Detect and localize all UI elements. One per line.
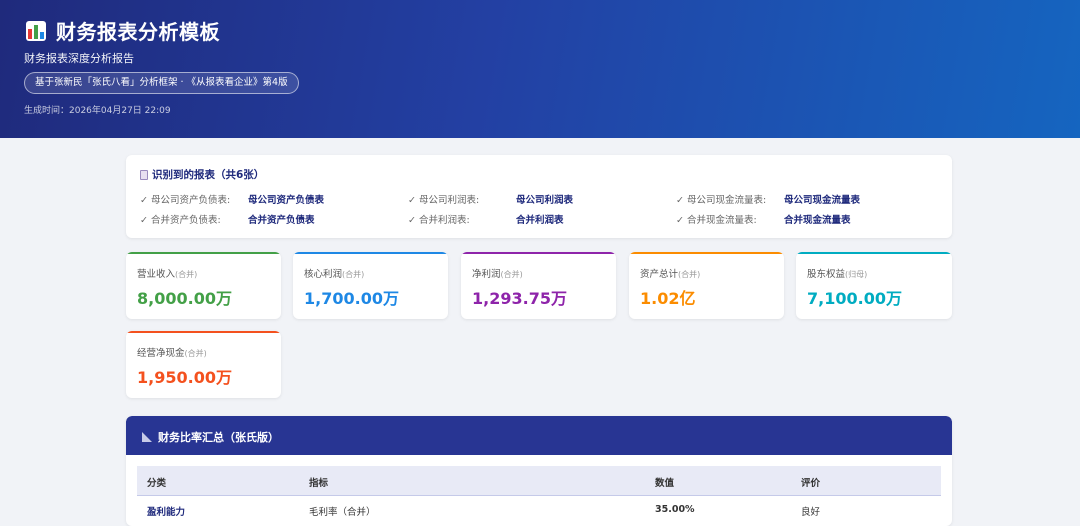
ratio-table-header: 分类 指标 数值 评价: [137, 466, 941, 496]
metric-card-total-assets: 资产总计(合并) 1.02亿: [629, 252, 784, 319]
check-icon: ✓: [676, 195, 684, 206]
check-icon: ✓: [140, 215, 148, 226]
reports-title-text: 识别到的报表（共6张）: [152, 169, 265, 181]
metric-label: 经营净现金(合并): [137, 348, 207, 359]
report-value: 合并资产负债表: [248, 215, 315, 226]
report-item: ✓ 合并现金流量表: 合并现金流量表: [676, 212, 851, 226]
reports-card-title: 识别到的报表（共6张）: [140, 167, 264, 182]
metric-value: 1.02亿: [640, 289, 696, 308]
metric-accent-bar: [629, 252, 784, 254]
header-title-row: 财务报表分析模板: [26, 16, 220, 45]
report-item: ✓ 合并利润表: 合并利润表: [408, 212, 564, 226]
metric-accent-bar: [126, 331, 281, 333]
identified-reports-card: 识别到的报表（共6张） ✓ 母公司资产负债表: 母公司资产负债表 ✓ 母公司利润表…: [126, 155, 952, 238]
column-header: 指标: [309, 478, 329, 489]
value-cell: 35.00%: [655, 504, 695, 515]
page-title: 财务报表分析模板: [56, 20, 220, 44]
report-label: 合并资产负债表:: [151, 215, 221, 226]
column-header: 评价: [801, 478, 821, 489]
report-value: 母公司利润表: [516, 195, 574, 206]
framework-badge: 基于张新民「张氏八看」分析框架 · 《从报表看企业》第4版: [24, 72, 299, 94]
page-subtitle: 财务报表深度分析报告: [24, 52, 134, 65]
ruler-triangle-icon: [142, 432, 152, 442]
metric-accent-bar: [293, 252, 448, 254]
category-cell: 盈利能力: [147, 507, 186, 518]
report-label: 母公司资产负债表:: [151, 195, 231, 206]
metric-accent-bar: [126, 252, 281, 254]
metric-label: 资产总计(合并): [640, 269, 701, 280]
metric-value: 1,700.00万: [304, 289, 399, 308]
metric-value: 7,100.00万: [807, 289, 902, 308]
indicator-cell: 毛利率（合并）: [309, 507, 376, 518]
check-icon: ✓: [408, 195, 416, 206]
metric-card-net-profit: 净利润(合并) 1,293.75万: [461, 252, 616, 319]
metric-card-equity: 股东权益(归母) 7,100.00万: [796, 252, 952, 319]
report-label: 合并现金流量表:: [687, 215, 757, 226]
check-icon: ✓: [408, 215, 416, 226]
report-item: ✓ 母公司利润表: 母公司利润表: [408, 192, 573, 206]
report-value: 合并利润表: [516, 215, 564, 226]
table-row: 盈利能力 毛利率（合并） 35.00% 良好: [137, 496, 941, 520]
rating-cell: 良好: [801, 507, 821, 518]
ratio-summary-header: 财务比率汇总（张氏版）: [126, 416, 952, 455]
report-item: ✓ 母公司资产负债表: 母公司资产负债表: [140, 192, 324, 206]
report-label: 母公司利润表:: [419, 195, 480, 206]
ratio-summary-card: 财务比率汇总（张氏版） 分类 指标 数值 评价 盈利能力 毛利率（合并） 35.…: [126, 416, 952, 526]
report-header: 财务报表分析模板 财务报表深度分析报告 基于张新民「张氏八看」分析框架 · 《从…: [0, 0, 1080, 138]
ratio-title-text: 财务比率汇总（张氏版）: [158, 431, 279, 444]
metric-label: 净利润(合并): [472, 269, 523, 280]
metric-card-revenue: 营业收入(合并) 8,000.00万: [126, 252, 281, 319]
metric-card-operating-cash: 经营净现金(合并) 1,950.00万: [126, 331, 281, 398]
metric-accent-bar: [461, 252, 616, 254]
metric-value: 1,950.00万: [137, 368, 232, 387]
document-icon: [140, 169, 148, 180]
report-value: 母公司资产负债表: [248, 195, 325, 206]
report-value: 母公司现金流量表: [784, 195, 861, 206]
column-header: 数值: [655, 478, 675, 489]
report-item: ✓ 合并资产负债表: 合并资产负债表: [140, 212, 315, 226]
check-icon: ✓: [676, 215, 684, 226]
metric-label: 核心利润(合并): [304, 269, 365, 280]
column-header: 分类: [147, 478, 167, 489]
bar-chart-icon: [26, 20, 46, 41]
ratio-summary-title: 财务比率汇总（张氏版）: [142, 429, 279, 445]
metric-card-core-profit: 核心利润(合并) 1,700.00万: [293, 252, 448, 319]
report-label: 合并利润表:: [419, 215, 470, 226]
metric-accent-bar: [796, 252, 952, 254]
metric-value: 1,293.75万: [472, 289, 567, 308]
metric-label: 股东权益(归母): [807, 269, 868, 280]
metric-label: 营业收入(合并): [137, 269, 198, 280]
generated-time: 生成时间：2026年04月27日 22:09: [24, 106, 171, 116]
report-item: ✓ 母公司现金流量表: 母公司现金流量表: [676, 192, 860, 206]
check-icon: ✓: [140, 195, 148, 206]
metric-value: 8,000.00万: [137, 289, 232, 308]
report-value: 合并现金流量表: [784, 215, 851, 226]
report-label: 母公司现金流量表:: [687, 195, 767, 206]
